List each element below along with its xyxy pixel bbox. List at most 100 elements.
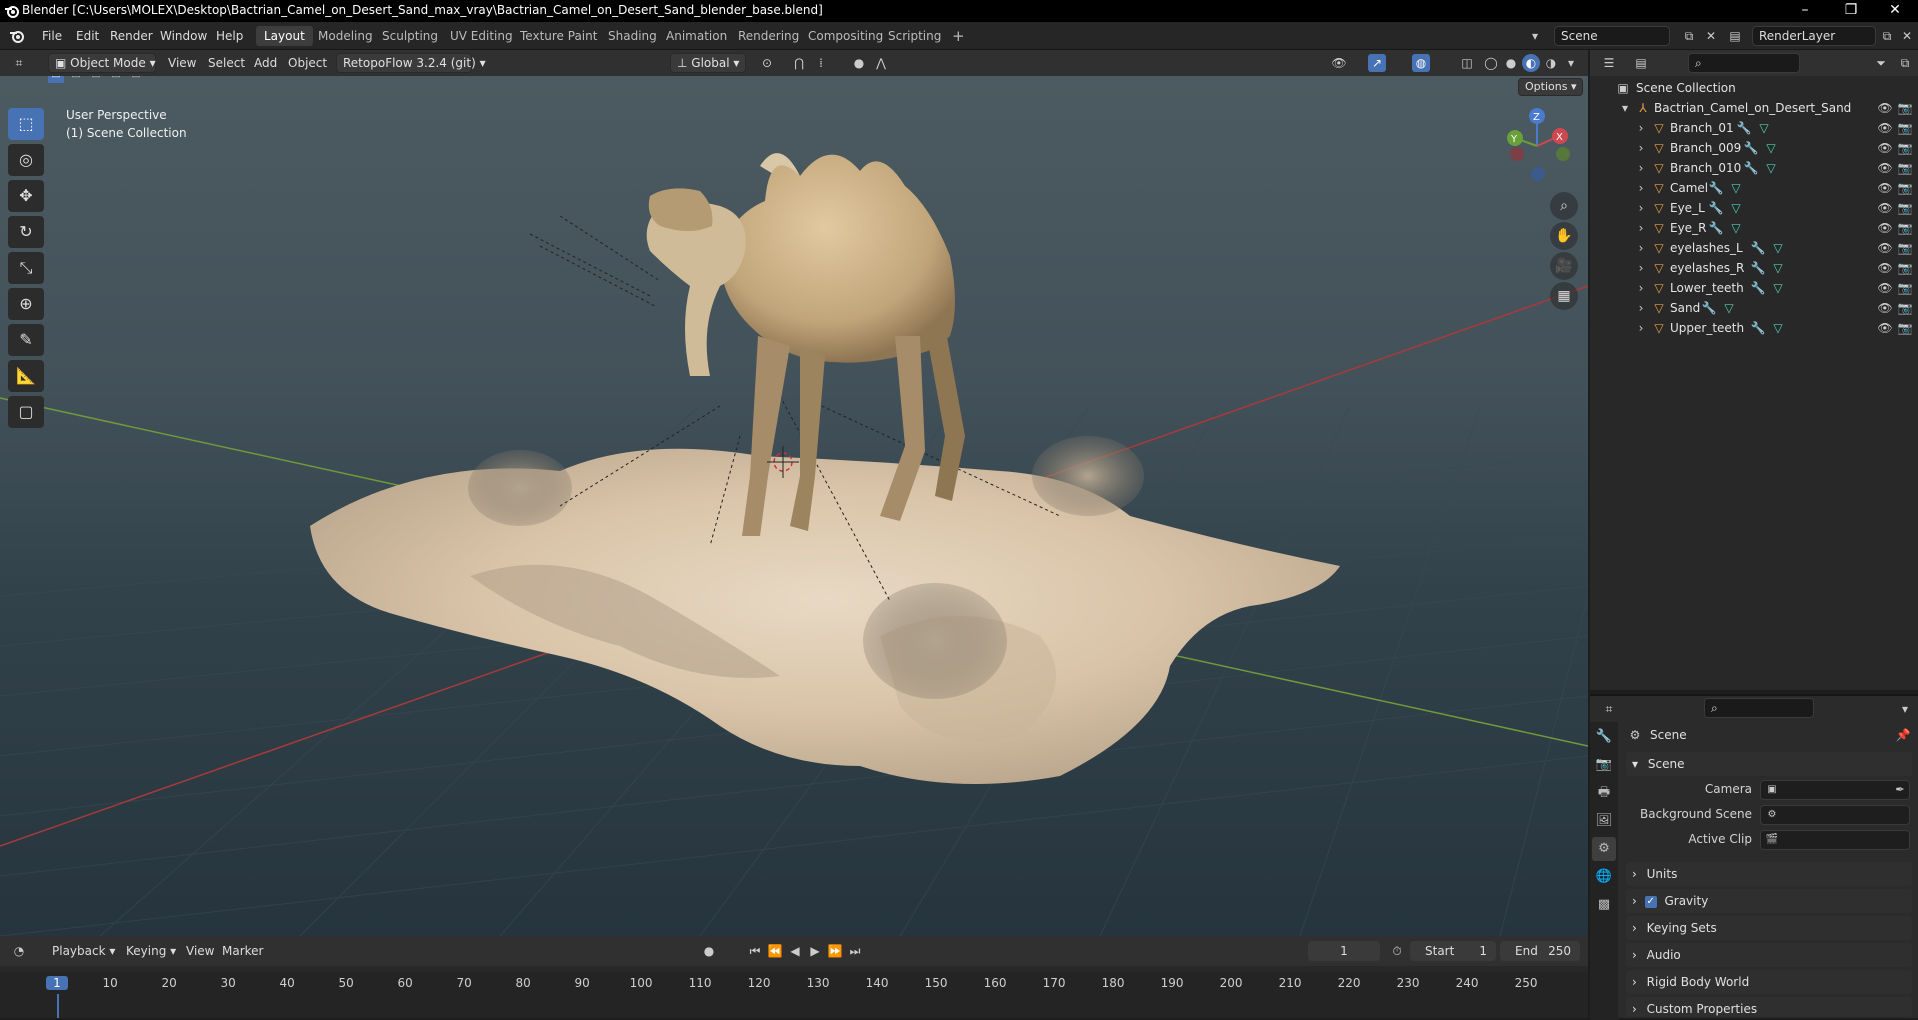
render-camera-icon[interactable]: 📷 xyxy=(1896,179,1914,197)
modifier-wrench-icon[interactable]: 🔧 xyxy=(1735,119,1753,137)
texture-tab-icon[interactable]: ▩ xyxy=(1592,893,1616,917)
transform-tool-icon[interactable]: ⊕ xyxy=(8,288,44,320)
outliner-row-object[interactable]: › ▽ eyelashes_L 🔧 ▽ 👁 📷 xyxy=(1590,238,1918,258)
select-new-icon[interactable]: ▭ xyxy=(48,76,64,83)
mesh-data-icon[interactable]: ▽ xyxy=(1769,279,1787,297)
gizmo-neg-z-icon[interactable] xyxy=(1531,167,1545,181)
world-tab-icon[interactable]: 🌐 xyxy=(1592,865,1616,889)
jump-start-icon[interactable]: ⏮ xyxy=(746,942,764,960)
visibility-eye-icon[interactable]: 👁 xyxy=(1876,279,1894,297)
select-intersect-icon[interactable]: ▭ xyxy=(128,76,144,83)
visibility-eye-icon[interactable]: 👁 xyxy=(1876,259,1894,277)
mesh-data-icon[interactable]: ▽ xyxy=(1727,199,1745,217)
mesh-data-icon[interactable]: ▽ xyxy=(1762,159,1780,177)
render-camera-icon[interactable]: 📷 xyxy=(1896,219,1914,237)
menu-select[interactable]: Select xyxy=(202,53,251,73)
render-camera-icon[interactable]: 📷 xyxy=(1896,199,1914,217)
maximize-button[interactable]: ❐ xyxy=(1828,0,1874,22)
menu-timeline-view[interactable]: View xyxy=(180,941,220,961)
outliner-row-object[interactable]: › ▽ Eye_L 🔧 ▽ 👁 📷 xyxy=(1590,198,1918,218)
pin-icon[interactable]: 📌 xyxy=(1894,726,1912,744)
new-scene-icon[interactable]: ⧉ xyxy=(1680,27,1698,45)
render-camera-icon[interactable]: 📷 xyxy=(1896,239,1914,257)
eyedropper-icon[interactable]: ✒ xyxy=(1891,781,1909,799)
outliner-row-object[interactable]: › ▽ Branch_010 🔧 ▽ 👁 📷 xyxy=(1590,158,1918,178)
scene-panel-header[interactable]: ▾ Scene xyxy=(1626,752,1912,776)
overlays-toggle-icon[interactable]: ◍ xyxy=(1412,54,1430,72)
render-camera-icon[interactable]: 📷 xyxy=(1896,279,1914,297)
delete-view-layer-icon[interactable]: ✕ xyxy=(1898,27,1916,45)
use-preview-range-icon[interactable]: ⏱ xyxy=(1388,942,1406,960)
active-clip-field[interactable]: 🎬 xyxy=(1760,830,1910,850)
blender-menu-icon[interactable] xyxy=(8,28,26,44)
tab-animation[interactable]: Animation xyxy=(658,26,735,46)
menu-marker[interactable]: Marker xyxy=(216,941,269,961)
modifier-wrench-icon[interactable]: 🔧 xyxy=(1707,199,1725,217)
mesh-data-icon[interactable]: ▽ xyxy=(1769,239,1787,257)
modifier-wrench-icon[interactable]: 🔧 xyxy=(1749,239,1767,257)
mesh-data-icon[interactable]: ▽ xyxy=(1727,179,1745,197)
play-reverse-icon[interactable]: ◀ xyxy=(786,942,804,960)
view-layer-field[interactable]: RenderLayer xyxy=(1752,26,1876,46)
properties-search-input[interactable]: ⌕ xyxy=(1704,698,1814,718)
menu-help[interactable]: Help xyxy=(210,27,249,45)
menu-edit[interactable]: Edit xyxy=(70,27,105,45)
expand-arrow-icon[interactable]: ▾ xyxy=(1616,99,1634,117)
outliner-row-collection[interactable]: ▾ ⅄ Bactrian_Camel_on_Desert_Sand 👁 📷 xyxy=(1590,98,1918,118)
modifier-wrench-icon[interactable]: 🔧 xyxy=(1742,139,1760,157)
expand-arrow-icon[interactable]: › xyxy=(1632,119,1650,137)
expand-arrow-icon[interactable]: › xyxy=(1632,259,1650,277)
outliner-row-object[interactable]: › ▽ Branch_01 🔧 ▽ 👁 📷 xyxy=(1590,118,1918,138)
rigid-body-world-panel-header[interactable]: › Rigid Body World xyxy=(1626,970,1912,994)
select-box-tool-icon[interactable]: ⬚ xyxy=(8,108,44,140)
menu-view[interactable]: View xyxy=(162,53,202,73)
render-camera-icon[interactable]: 📷 xyxy=(1896,299,1914,317)
navigation-gizmo[interactable]: Z X Y xyxy=(1507,108,1570,181)
render-camera-icon[interactable]: 📷 xyxy=(1896,319,1914,337)
add-cube-tool-icon[interactable]: ▢ xyxy=(8,396,44,428)
output-tab-icon[interactable]: 🖶 xyxy=(1592,781,1616,805)
material-preview-icon[interactable]: ◐ xyxy=(1522,54,1540,72)
outliner-row-object[interactable]: › ▽ Branch_009 🔧 ▽ 👁 📷 xyxy=(1590,138,1918,158)
annotate-tool-icon[interactable]: ✎ xyxy=(8,324,44,356)
cursor-tool-icon[interactable]: ◎ xyxy=(8,144,44,176)
pivot-point-icon[interactable]: ⊙ xyxy=(758,54,776,72)
menu-add[interactable]: Add xyxy=(248,53,283,73)
visibility-eye-icon[interactable]: 👁 xyxy=(1876,159,1894,177)
add-workspace-button[interactable]: + xyxy=(944,26,973,46)
expand-arrow-icon[interactable]: › xyxy=(1632,139,1650,157)
mesh-data-icon[interactable]: ▽ xyxy=(1762,139,1780,157)
minimize-button[interactable]: – xyxy=(1782,0,1828,22)
tab-rendering[interactable]: Rendering xyxy=(730,26,807,46)
expand-arrow-icon[interactable]: › xyxy=(1632,159,1650,177)
gravity-panel-header[interactable]: › ✓ Gravity xyxy=(1626,889,1912,913)
current-frame-field[interactable]: 1 xyxy=(1308,941,1380,961)
zoom-icon[interactable]: ⌕ xyxy=(1550,192,1578,220)
mesh-data-icon[interactable]: ▽ xyxy=(1769,259,1787,277)
proportional-editing-icon[interactable]: ● xyxy=(850,54,868,72)
select-subtract-icon[interactable]: ▭ xyxy=(88,76,104,83)
tab-texture-paint[interactable]: Texture Paint xyxy=(512,26,605,46)
background-scene-field[interactable]: ⚙ xyxy=(1760,805,1910,825)
visibility-eye-icon[interactable]: 👁 xyxy=(1876,119,1894,137)
outliner-row-object[interactable]: › ▽ Eye_R 🔧 ▽ 👁 📷 xyxy=(1590,218,1918,238)
mode-dropdown[interactable]: ▣ Object Mode ▾ xyxy=(48,53,156,73)
end-frame-field[interactable]: End 250 xyxy=(1500,941,1580,961)
expand-arrow-icon[interactable]: › xyxy=(1632,239,1650,257)
audio-panel-header[interactable]: › Audio xyxy=(1626,943,1912,967)
visibility-eye-icon[interactable]: 👁 xyxy=(1876,299,1894,317)
tab-modeling[interactable]: Modeling xyxy=(310,26,381,46)
units-panel-header[interactable]: › Units xyxy=(1626,862,1912,886)
solid-shading-icon[interactable]: ● xyxy=(1502,54,1520,72)
menu-window[interactable]: Window xyxy=(154,27,213,45)
expand-arrow-icon[interactable]: › xyxy=(1632,299,1650,317)
new-view-layer-icon[interactable]: ⧉ xyxy=(1878,27,1896,45)
timeline-editor-type-icon[interactable]: ◔ xyxy=(10,942,28,960)
outliner-row-object[interactable]: › ▽ Sand 🔧 ▽ 👁 📷 xyxy=(1590,298,1918,318)
mesh-data-icon[interactable]: ▽ xyxy=(1727,219,1745,237)
menu-keying[interactable]: Keying ▾ xyxy=(120,941,182,961)
view-layer-icon[interactable]: ▤ xyxy=(1726,27,1744,45)
gravity-checkbox[interactable]: ✓ xyxy=(1644,895,1657,908)
record-icon[interactable]: ● xyxy=(700,942,718,960)
outliner-row-object[interactable]: › ▽ eyelashes_R 🔧 ▽ 👁 📷 xyxy=(1590,258,1918,278)
